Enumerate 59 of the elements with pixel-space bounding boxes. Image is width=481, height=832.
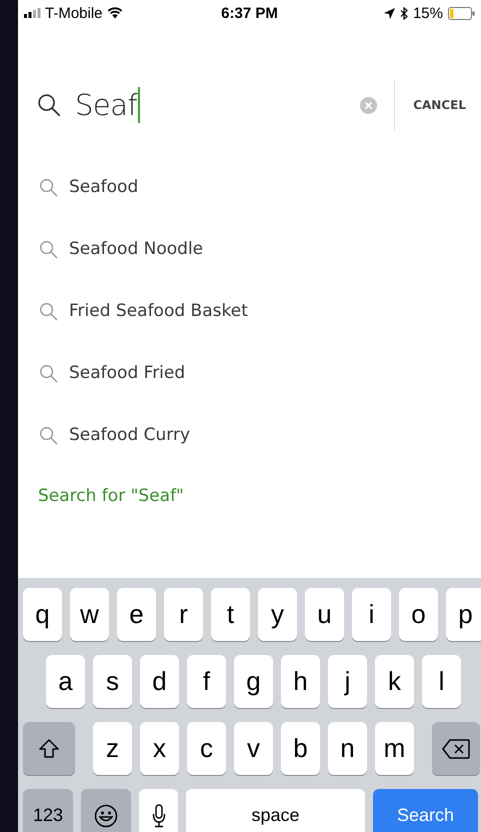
shift-key[interactable]	[23, 722, 75, 775]
delete-key[interactable]	[432, 722, 480, 775]
search-key[interactable]: Search	[373, 789, 478, 832]
search-icon	[39, 426, 58, 444]
clock-time: 6:37 PM	[221, 4, 278, 22]
suggestion-item[interactable]: Seafood Fried	[69, 359, 186, 387]
letter-key[interactable]: y	[258, 588, 297, 641]
smiley-icon	[94, 804, 118, 828]
letter-key[interactable]: a	[46, 655, 85, 708]
emoji-key[interactable]	[81, 789, 131, 832]
search-icon	[39, 178, 58, 196]
letter-key[interactable]: m	[375, 722, 414, 775]
wifi-icon	[106, 7, 123, 19]
letter-key[interactable]: u	[305, 588, 344, 641]
signal-icon	[24, 8, 41, 18]
letter-key[interactable]: d	[140, 655, 179, 708]
search-icon	[37, 93, 61, 117]
suggestion-item[interactable]: Seafood Noodle	[69, 235, 204, 263]
letter-key[interactable]: t	[211, 588, 250, 641]
suggestion-item[interactable]: Seafood	[69, 173, 138, 201]
carrier-name: T-Mobile	[45, 4, 103, 22]
search-icon	[39, 364, 58, 382]
battery-icon	[448, 6, 475, 20]
search-for-link[interactable]: Search for "Seaf"	[38, 486, 184, 506]
letter-key[interactable]: c	[187, 722, 226, 775]
suggestion-item[interactable]: Fried Seafood Basket	[69, 297, 248, 325]
letter-key[interactable]: q	[23, 588, 62, 641]
search-icon	[39, 240, 58, 258]
letter-key[interactable]: r	[164, 588, 203, 641]
letter-key[interactable]: w	[70, 588, 109, 641]
letter-key[interactable]: j	[328, 655, 367, 708]
letter-key[interactable]: v	[234, 722, 273, 775]
letter-key[interactable]: g	[234, 655, 273, 708]
microphone-icon	[152, 804, 166, 828]
backspace-icon	[442, 738, 470, 758]
space-key[interactable]: space	[186, 789, 365, 832]
letter-key[interactable]: i	[352, 588, 391, 641]
search-icon	[39, 302, 58, 320]
battery-percentage: 15%	[412, 4, 443, 22]
letter-key[interactable]: p	[446, 588, 481, 641]
letter-key[interactable]: h	[281, 655, 320, 708]
letter-key[interactable]: s	[93, 655, 132, 708]
letter-key[interactable]: x	[140, 722, 179, 775]
letter-key[interactable]: k	[375, 655, 414, 708]
cancel-button[interactable]: CANCEL	[395, 85, 481, 125]
letter-key[interactable]: l	[422, 655, 461, 708]
letter-key[interactable]: z	[93, 722, 132, 775]
letter-key[interactable]: f	[187, 655, 226, 708]
letter-key[interactable]: b	[281, 722, 320, 775]
suggestion-item[interactable]: Seafood Curry	[69, 421, 190, 449]
letter-key[interactable]: n	[328, 722, 367, 775]
numbers-key[interactable]: 123	[23, 789, 73, 832]
search-field[interactable]: Seaf	[75, 85, 360, 125]
bluetooth-icon	[400, 6, 408, 20]
location-arrow-icon	[384, 8, 395, 18]
shift-icon	[38, 738, 60, 760]
letter-key[interactable]: e	[117, 588, 156, 641]
letter-key[interactable]: o	[399, 588, 438, 641]
microphone-key[interactable]	[139, 789, 178, 832]
